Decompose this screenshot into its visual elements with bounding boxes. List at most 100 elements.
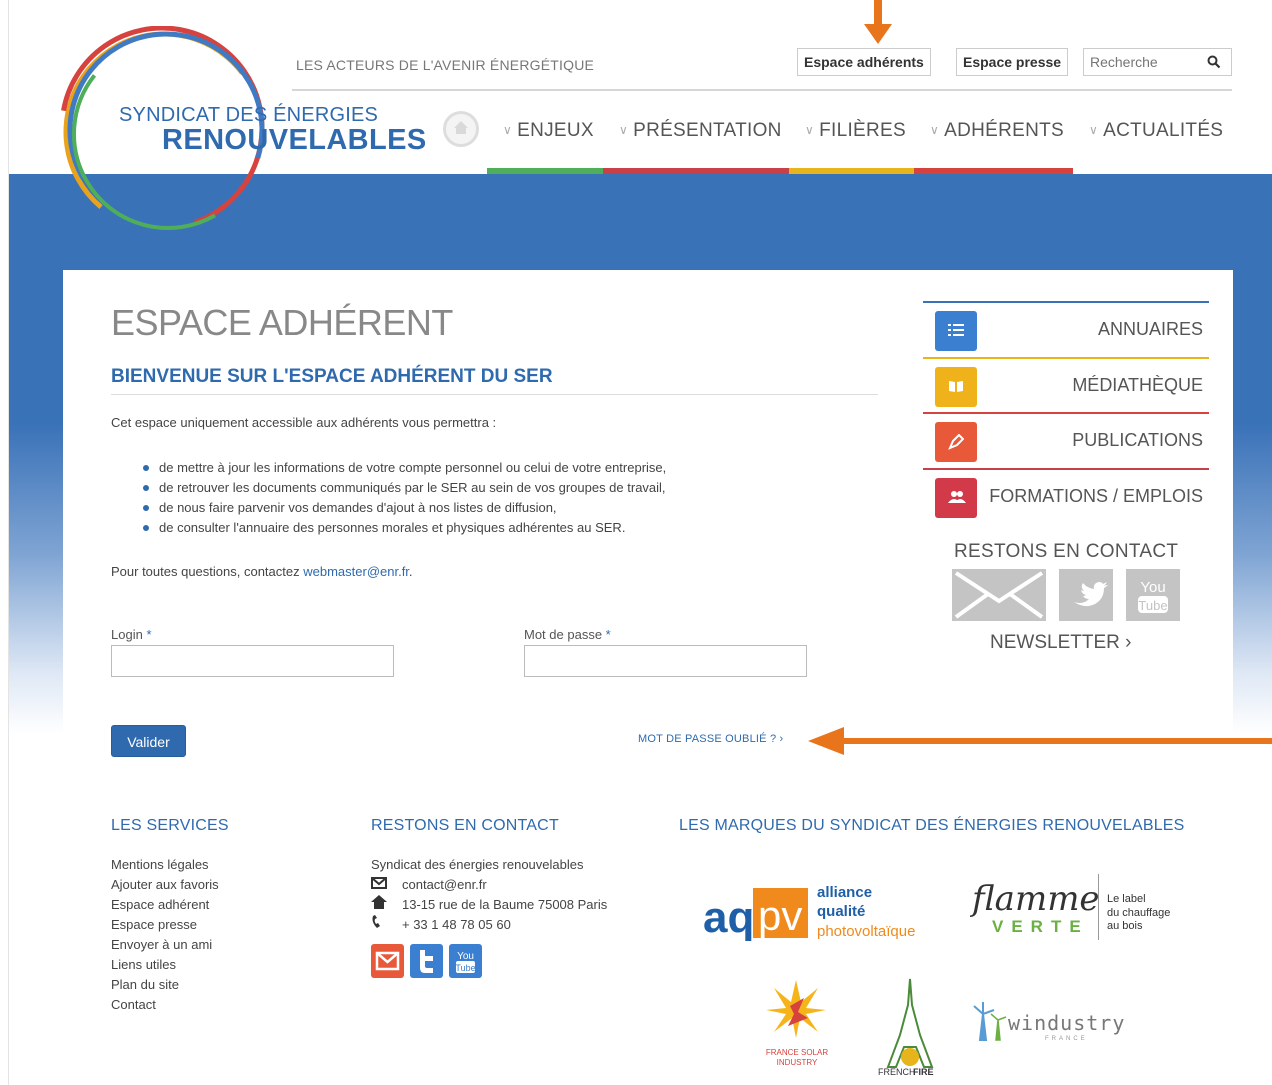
aqpv-pv: pv bbox=[758, 892, 802, 939]
list-item: de consulter l'annuaire des personnes mo… bbox=[143, 518, 666, 538]
newsletter-link[interactable]: NEWSLETTER › bbox=[990, 632, 1131, 654]
nav-actualites[interactable]: ∨ ACTUALITÉS bbox=[1089, 120, 1223, 142]
contact-email-row: contact@enr.fr bbox=[371, 875, 607, 895]
flamme-tagline-1: Le label bbox=[1107, 893, 1146, 905]
nav-label: ACTUALITÉS bbox=[1103, 120, 1224, 141]
contact-heading: RESTONS EN CONTACT bbox=[371, 817, 559, 834]
sidebar-item-label: ANNUAIRES bbox=[1097, 319, 1203, 339]
footer-social-icons: You Tube bbox=[371, 944, 482, 978]
users-icon bbox=[935, 478, 977, 518]
flamme-tagline-3: au bois bbox=[1107, 920, 1143, 932]
footer-link-plan[interactable]: Plan du site bbox=[111, 975, 219, 995]
aqpv-brand-logo[interactable]: aq pv alliance qualité photovoltaïque bbox=[703, 880, 933, 950]
home-icon bbox=[454, 121, 468, 134]
twitter-icon[interactable] bbox=[410, 944, 443, 978]
sidebar-item-label: FORMATIONS / EMPLOIS bbox=[989, 486, 1203, 506]
forgot-password-link[interactable]: MOT DE PASSE OUBLIÉ ? › bbox=[638, 733, 783, 745]
contact-email[interactable]: contact@enr.fr bbox=[402, 875, 487, 895]
sidebar-divider bbox=[923, 412, 1209, 414]
book-icon bbox=[935, 367, 977, 407]
list-item: de nous faire parvenir vos demandes d'aj… bbox=[143, 498, 666, 518]
newsletter-label: NEWSLETTER bbox=[990, 632, 1120, 653]
envelope-icon bbox=[371, 875, 402, 895]
list-item: de retrouver les documents communiqués p… bbox=[143, 478, 666, 498]
nav-filieres[interactable]: ∨ FILIÈRES bbox=[805, 120, 906, 142]
required-marker: * bbox=[605, 627, 611, 642]
phone-icon bbox=[371, 915, 402, 935]
mail-social-button[interactable] bbox=[952, 569, 1046, 621]
home-icon bbox=[371, 895, 402, 915]
search-input[interactable] bbox=[1084, 49, 1199, 75]
nav-label: PRÉSENTATION bbox=[633, 120, 782, 141]
nav-label: ENJEUX bbox=[517, 120, 594, 141]
sidebar-item-formations[interactable]: FORMATIONS / EMPLOIS bbox=[923, 468, 1209, 524]
webmaster-email-link[interactable]: webmaster@enr.fr bbox=[303, 564, 409, 579]
footer-link-espace-adherent[interactable]: Espace adhérent bbox=[111, 895, 219, 915]
nav-color-bar bbox=[603, 168, 789, 174]
youtube-social-button[interactable]: You Tube bbox=[1126, 569, 1180, 621]
password-field[interactable] bbox=[524, 645, 807, 677]
chevron-right-icon: › bbox=[779, 733, 784, 745]
chevron-down-icon: ∨ bbox=[503, 123, 513, 137]
chevron-down-icon: ∨ bbox=[805, 123, 815, 137]
intro-text: Cet espace uniquement accessible aux adh… bbox=[111, 415, 497, 430]
chevron-down-icon: ∨ bbox=[1089, 123, 1099, 137]
members-area-button[interactable]: Espace adhérents bbox=[797, 48, 931, 76]
footer-link-envoyer[interactable]: Envoyer à un ami bbox=[111, 935, 219, 955]
search-icon[interactable] bbox=[1207, 55, 1221, 69]
nav-enjeux[interactable]: ∨ ENJEUX bbox=[503, 120, 594, 142]
press-area-button[interactable]: Espace presse bbox=[956, 48, 1069, 76]
features-list: de mettre à jour les informations de vot… bbox=[143, 458, 666, 538]
twitter-social-button[interactable] bbox=[1059, 569, 1113, 621]
page-title: ESPACE ADHÉRENT bbox=[111, 302, 453, 343]
youtube-text-2: Tube bbox=[1138, 598, 1167, 613]
sidebar-divider bbox=[923, 468, 1209, 470]
nav-presentation[interactable]: ∨ PRÉSENTATION bbox=[619, 120, 782, 142]
footer-link-contact[interactable]: Contact bbox=[111, 995, 219, 1015]
pen-icon bbox=[935, 422, 977, 462]
sidebar-divider bbox=[923, 357, 1209, 359]
flamme-verte-brand-logo[interactable]: flamme VERTE Le label du chauffage au bo… bbox=[969, 866, 1185, 950]
stay-in-touch-title: RESTONS EN CONTACT bbox=[954, 541, 1179, 562]
frenchfire-word-2: FIRE bbox=[913, 1067, 934, 1077]
sidebar-item-annuaires[interactable]: ANNUAIRES bbox=[923, 301, 1209, 357]
header-divider bbox=[292, 89, 1232, 91]
youtube-icon[interactable]: You Tube bbox=[449, 944, 482, 978]
windustry-word: windustry bbox=[1008, 1011, 1125, 1035]
nav-color-bar bbox=[789, 168, 914, 174]
aqpv-line-1: alliance bbox=[817, 884, 872, 901]
france-solar-industry-logo[interactable]: FRANCE SOLAR INDUSTRY bbox=[760, 975, 835, 1080]
footer-link-espace-presse[interactable]: Espace presse bbox=[111, 915, 219, 935]
footer-link-mentions[interactable]: Mentions légales bbox=[111, 855, 219, 875]
youtube-icon: You Tube bbox=[1138, 579, 1168, 613]
login-field[interactable] bbox=[111, 645, 394, 677]
brands-heading: LES MARQUES DU SYNDICAT DES ÉNERGIES REN… bbox=[679, 817, 1185, 834]
frenchfire-word-1: FRENCH bbox=[878, 1067, 916, 1077]
nav-adherents[interactable]: ∨ ADHÉRENTS bbox=[930, 120, 1064, 142]
services-list: Mentions légales Ajouter aux favoris Esp… bbox=[111, 855, 219, 1015]
frenchfire-brand-logo[interactable]: FRENCH FIRE bbox=[870, 975, 950, 1080]
footer-contact-block: Syndicat des énergies renouvelables cont… bbox=[371, 855, 607, 935]
footer-link-favoris[interactable]: Ajouter aux favoris bbox=[111, 875, 219, 895]
contact-note: Pour toutes questions, contactez webmast… bbox=[111, 564, 413, 579]
sidebar-item-label: MÉDIATHÈQUE bbox=[1072, 375, 1203, 395]
fsi-line-1: FRANCE SOLAR bbox=[766, 1048, 828, 1057]
sidebar-item-publications[interactable]: PUBLICATIONS bbox=[923, 412, 1209, 468]
aqpv-line-3: photovoltaïque bbox=[817, 923, 915, 940]
windustry-brand-logo[interactable]: windustry FRANCE bbox=[970, 1000, 1140, 1045]
youtube-text-2: Tube bbox=[455, 963, 475, 973]
services-heading: LES SERVICES bbox=[111, 817, 229, 834]
forgot-label: MOT DE PASSE OUBLIÉ ? bbox=[638, 733, 777, 745]
phone-row: + 33 1 48 78 05 60 bbox=[371, 915, 607, 935]
welcome-heading: BIENVENUE SUR L'ESPACE ADHÉRENT DU SER bbox=[111, 366, 553, 387]
heading-divider bbox=[111, 394, 878, 395]
sidebar-item-mediatheque[interactable]: MÉDIATHÈQUE bbox=[923, 357, 1209, 413]
address-row: 13-15 rue de la Baume 75008 Paris bbox=[371, 895, 607, 915]
nav-label: ADHÉRENTS bbox=[944, 120, 1064, 141]
mail-icon[interactable] bbox=[371, 944, 404, 978]
home-button[interactable] bbox=[443, 111, 479, 147]
sidebar-item-label: PUBLICATIONS bbox=[1072, 430, 1203, 450]
submit-button[interactable]: Valider bbox=[111, 725, 186, 757]
youtube-text-1: You bbox=[457, 951, 474, 962]
footer-link-liens[interactable]: Liens utiles bbox=[111, 955, 219, 975]
